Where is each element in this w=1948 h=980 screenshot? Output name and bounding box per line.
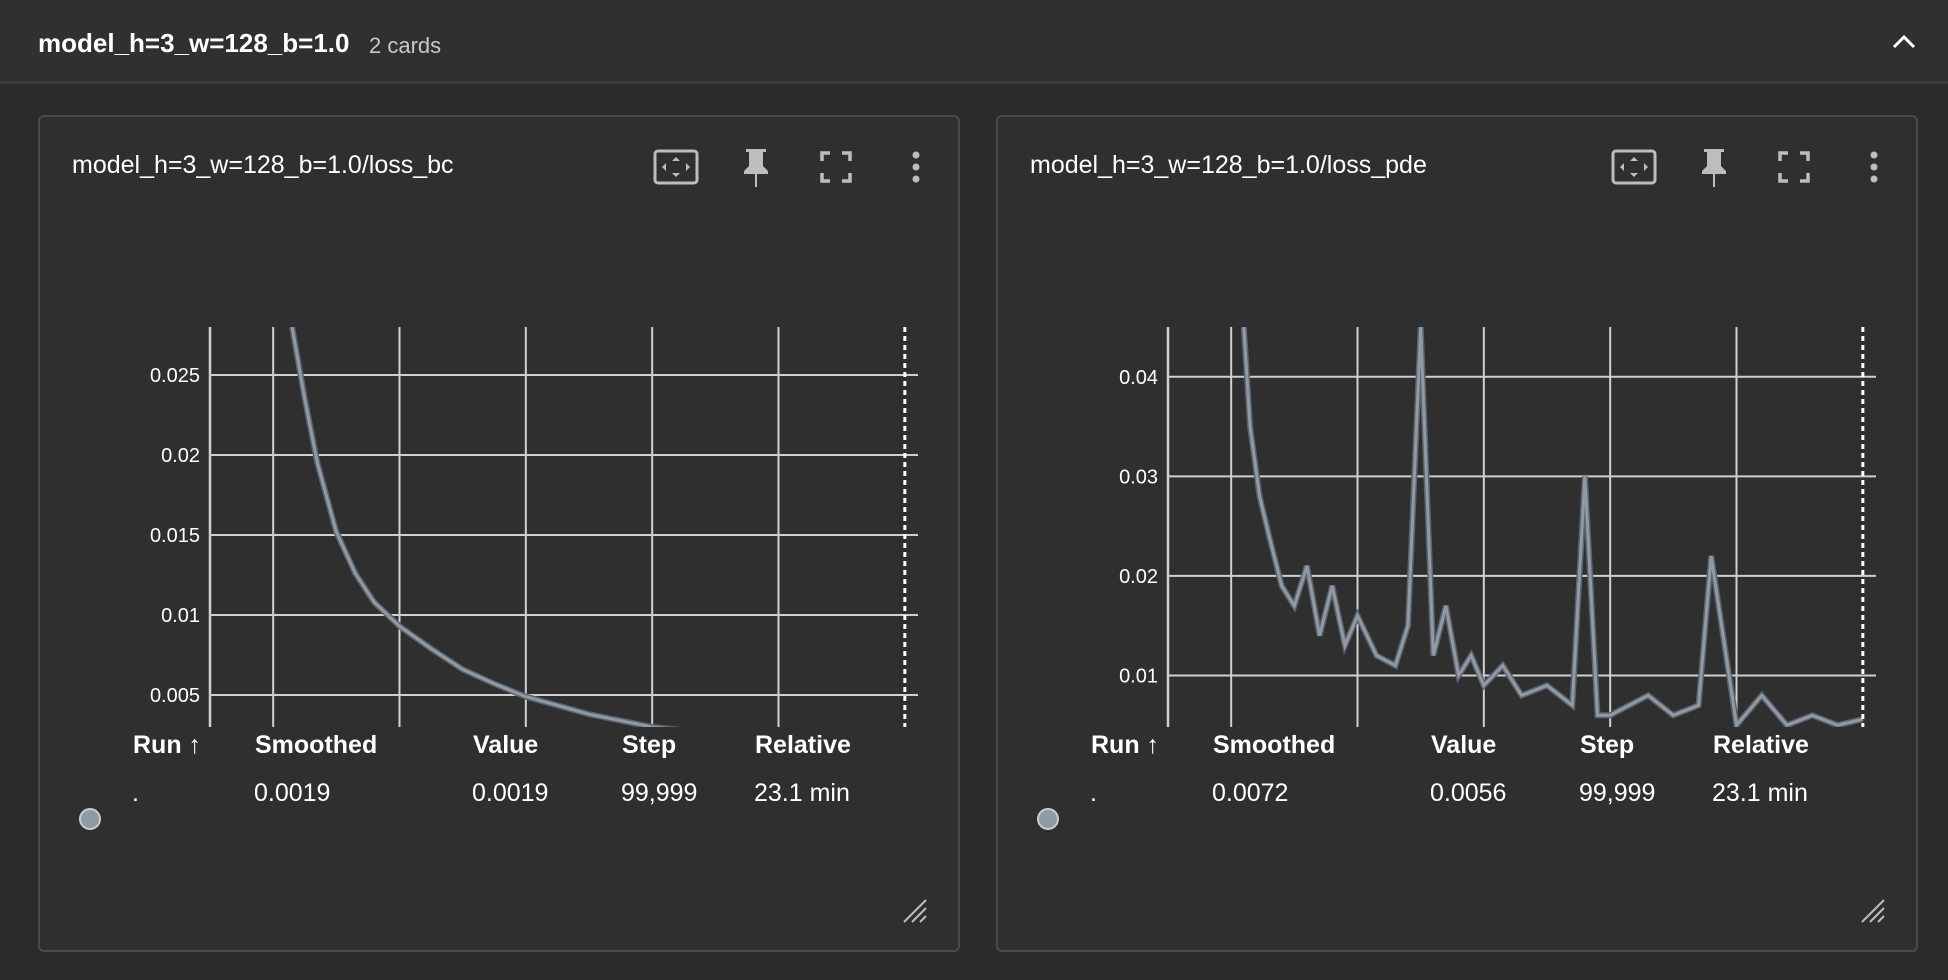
fullscreen-icon[interactable]	[812, 143, 860, 191]
legend-header-smoothed: Smoothed	[255, 731, 378, 759]
y-tick-label: 0.03	[1119, 466, 1158, 488]
y-tick-label: 0.01	[1119, 665, 1158, 687]
legend-run-name: .	[132, 779, 139, 807]
card-title: model_h=3_w=128_b=1.0/loss_pde	[1030, 151, 1427, 179]
series-smoothed-line	[290, 327, 668, 727]
legend-header-value: Value	[1431, 731, 1497, 759]
legend-header-run[interactable]: Run ↑	[133, 731, 201, 760]
legend-relative: 23.1 min	[754, 779, 850, 807]
fit-to-data-icon[interactable]	[652, 143, 700, 191]
y-tick-label: 0.025	[150, 365, 200, 387]
y-tick-label: 0.04	[1119, 367, 1158, 389]
legend-run-name: .	[1090, 779, 1097, 807]
fit-to-data-icon[interactable]	[1610, 143, 1658, 191]
series-smoothed-line	[1242, 327, 1864, 727]
chevron-up-icon[interactable]	[1884, 22, 1924, 62]
more-vert-icon[interactable]	[892, 143, 940, 191]
legend-relative: 23.1 min	[1712, 779, 1808, 807]
legend-step: 99,999	[621, 779, 698, 807]
pin-icon[interactable]	[1690, 143, 1738, 191]
legend-header-value: Value	[473, 731, 539, 759]
legend-header-run[interactable]: Run ↑	[1091, 731, 1159, 760]
series-raw-line	[1240, 327, 1864, 727]
y-tick-label: 0.01	[161, 605, 200, 627]
resize-handle-icon[interactable]	[898, 894, 928, 924]
legend-header-step: Step	[622, 731, 677, 759]
legend-smoothed-value: 0.0019	[254, 779, 331, 807]
line-chart-loss-bc[interactable]: 0.0050.010.0150.020.025020k40k60k80k9999…	[78, 207, 918, 727]
scalar-card-loss-pde: model_h=3_w=128_b=1.0/loss_pde 0.01 0.02 0…	[996, 115, 1918, 952]
chart-gridlines	[1168, 327, 1876, 727]
legend-step: 99,999	[1579, 779, 1656, 807]
series-raw-line	[289, 327, 682, 727]
legend-header-step: Step	[1580, 731, 1635, 759]
scalar-card-loss-bc: model_h=3_w=128_b=1.0/loss_bc 0.005 0.01 0…	[38, 115, 960, 952]
y-tick-label: 0.015	[150, 525, 200, 547]
legend-value: 0.0056	[1430, 779, 1507, 807]
legend-value: 0.0019	[472, 779, 549, 807]
y-tick-label: 0.02	[1119, 566, 1158, 588]
chart-gridlines	[210, 327, 918, 727]
fullscreen-icon[interactable]	[1770, 143, 1818, 191]
run-color-dot[interactable]	[79, 808, 101, 830]
resize-handle-icon[interactable]	[1856, 894, 1886, 924]
y-tick-label: 0.005	[150, 685, 200, 707]
y-tick-label: 0.02	[161, 445, 200, 467]
legend-smoothed-value: 0.0072	[1212, 779, 1289, 807]
pin-icon[interactable]	[732, 143, 780, 191]
legend-header-smoothed: Smoothed	[1213, 731, 1336, 759]
legend-header-relative: Relative	[1713, 731, 1809, 759]
line-chart-loss-pde[interactable]: 0.010.020.030.04020k40k60k80k99999✕	[1036, 207, 1876, 727]
group-header[interactable]: model_h=3_w=128_b=1.0 2 cards	[0, 0, 1948, 84]
more-vert-icon[interactable]	[1850, 143, 1898, 191]
legend-header-relative: Relative	[755, 731, 851, 759]
group-card-count: 2 cards	[369, 33, 442, 58]
group-title: model_h=3_w=128_b=1.0	[38, 28, 350, 58]
run-color-dot[interactable]	[1037, 808, 1059, 830]
card-title: model_h=3_w=128_b=1.0/loss_bc	[72, 151, 454, 179]
